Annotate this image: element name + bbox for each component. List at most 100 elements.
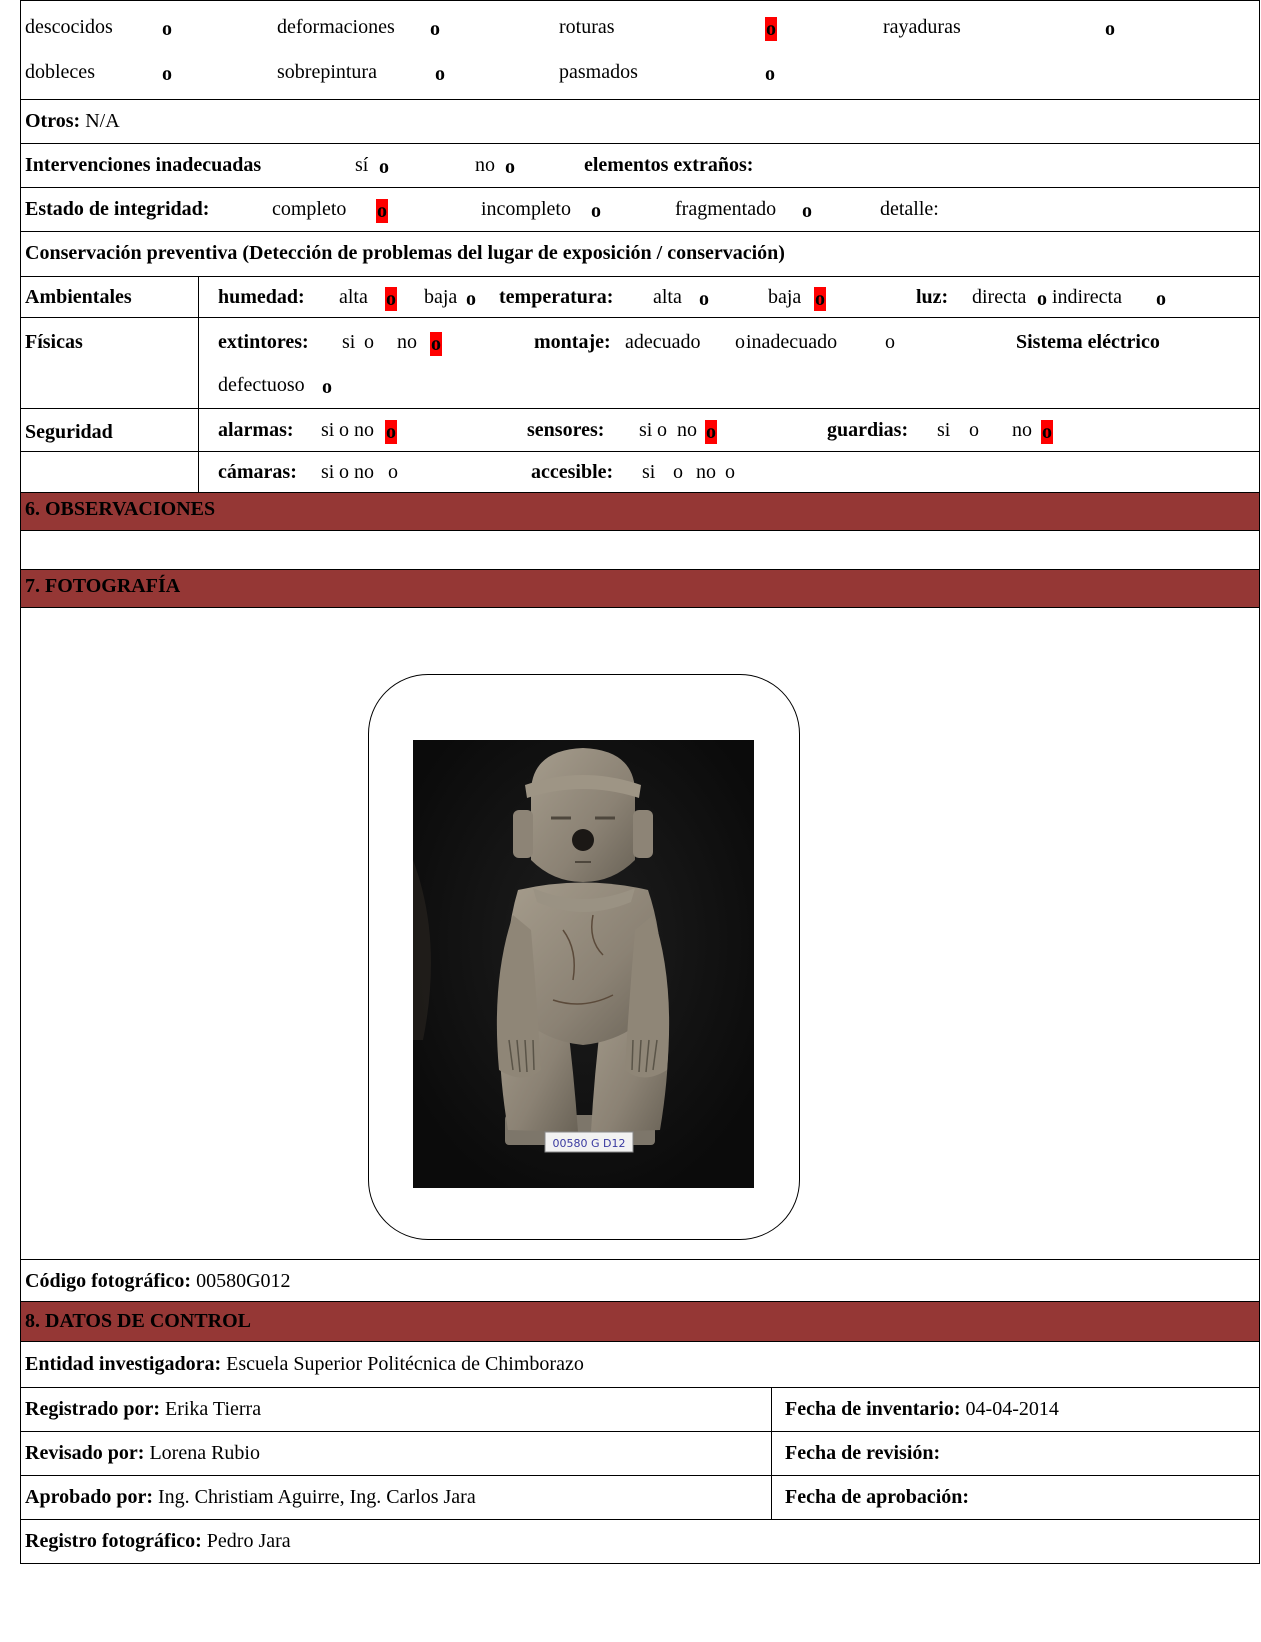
extintores-si-label: si [342,331,356,353]
integridad-label: Estado de integridad: [25,198,210,220]
sobrepintura-label: sobrepintura [277,61,377,83]
elementos-extranos-label: elementos extraños: [584,154,754,176]
extintores-no-option-selected[interactable]: o [430,332,442,356]
aprobado-field: Aprobado por: Ing. Christiam Aguirre, In… [25,1485,476,1509]
camaras-si-label: si [321,461,335,483]
figurine-photo: 00580 G D12 [413,740,754,1188]
deformaciones-label: deformaciones [277,16,395,38]
otros-value: N/A [85,110,120,132]
registrado-label: Registrado por: [25,1398,160,1420]
montaje-adecuado-option[interactable]: o [735,330,745,354]
guardias-label: guardias: [827,419,909,441]
temperatura-baja-option-selected[interactable]: o [814,287,826,311]
accesible-no-option[interactable]: o [725,460,735,484]
incompleto-option[interactable]: o [591,199,601,223]
column-divider [771,1476,772,1519]
control-title: 8. DATOS DE CONTROL [25,1310,251,1332]
sobrepintura-option[interactable]: o [435,62,445,86]
column-divider [198,277,199,317]
humedad-label: humedad: [218,286,305,308]
fragmentado-label: fragmentado [675,198,777,220]
entidad-value: Escuela Superior Politécnica de Chimbora… [226,1353,584,1375]
extintores-no-label: no [397,331,417,353]
observaciones-header: 6. OBSERVACIONES [20,493,1260,531]
alarmas-si-label: si [321,419,335,441]
fotografia-header: 7. FOTOGRAFÍA [20,570,1260,608]
completo-label: completo [272,198,347,220]
fisicas-row: Físicas extintores: si o no o montaje: a… [20,318,1260,409]
fecha-inventario-value: 04-04-2014 [965,1398,1059,1420]
pasmados-option[interactable]: o [765,62,775,86]
aprobado-label: Aprobado por: [25,1486,153,1508]
guardias-si-label: si [937,419,951,441]
defectuoso-label: defectuoso [218,374,305,396]
intervenciones-si-label: sí [355,154,369,176]
luz-directa-option[interactable]: o [1037,287,1047,311]
intervenciones-label: Intervenciones inadecuadas [25,154,262,176]
montaje-inadecuado-label: inadecuado [746,331,838,353]
conservacion-row: Conservación preventiva (Detección de pr… [20,232,1260,277]
humedad-alta-label: alta [339,286,368,308]
figurine-image: 00580 G D12 [413,740,754,1188]
humedad-alta-option-selected[interactable]: o [385,287,397,311]
extintores-si-option[interactable]: o [364,330,374,354]
alarmas-no-option-selected[interactable]: o [385,420,397,444]
roturas-label: roturas [559,16,615,38]
sensores-si-option[interactable]: o [657,418,667,442]
entidad-field: Entidad investigadora: Escuela Superior … [25,1352,584,1376]
rayaduras-label: rayaduras [883,16,961,38]
humedad-baja-label: baja [424,286,458,308]
codigo-value: 00580G012 [196,1270,291,1292]
incompleto-label: incompleto [481,198,571,220]
montaje-inadecuado-option[interactable]: o [885,330,895,354]
descocidos-label: descocidos [25,16,113,38]
deformaciones-option[interactable]: o [430,17,440,41]
fisicas-label: Físicas [25,331,83,353]
ambientales-label: Ambientales [25,286,132,308]
sistema-electrico-label: Sistema eléctrico [1016,331,1160,353]
photo-area: 00580 G D12 [20,608,1260,1260]
guardias-no-option-selected[interactable]: o [1041,420,1053,444]
seguridad-label: Seguridad [25,421,113,443]
completo-option-selected[interactable]: o [376,199,388,223]
fecha-revision-label: Fecha de revisión: [785,1442,941,1464]
roturas-option-selected[interactable]: o [765,17,777,41]
column-divider [198,318,199,408]
revisado-value: Lorena Rubio [149,1442,260,1464]
guardias-si-option[interactable]: o [969,418,979,442]
temperatura-alta-label: alta [653,286,682,308]
fragmentado-option[interactable]: o [802,199,812,223]
revisado-row: Revisado por: Lorena Rubio Fecha de revi… [20,1432,1260,1476]
luz-indirecta-option[interactable]: o [1156,287,1166,311]
defectuoso-option[interactable]: o [322,375,332,399]
descocidos-option[interactable]: o [162,17,172,41]
column-divider [771,1388,772,1431]
observaciones-body [20,531,1260,570]
camaras-no-option[interactable]: o [388,460,398,484]
accesible-si-option[interactable]: o [673,460,683,484]
camaras-no-label: no [354,461,374,483]
rayaduras-option[interactable]: o [1105,17,1115,41]
codigo-field: Código fotográfico: 00580G012 [25,1269,291,1293]
accesible-si-label: si [642,461,656,483]
codigo-label: Código fotográfico: [25,1270,192,1292]
intervenciones-si-option[interactable]: o [379,155,389,179]
fecha-aprobacion-label: Fecha de aprobación: [785,1486,970,1508]
otros-row: Otros: N/A [20,100,1260,144]
humedad-baja-option[interactable]: o [466,287,476,311]
dobleces-option[interactable]: o [162,62,172,86]
registrado-value: Erika Tierra [164,1398,262,1420]
alarmas-si-option[interactable]: o [339,418,349,442]
camaras-si-option[interactable]: o [339,460,349,484]
camaras-label: cámaras: [218,461,297,483]
sensores-no-option-selected[interactable]: o [705,420,717,444]
sensores-si-label: si [639,419,653,441]
intervenciones-no-option[interactable]: o [505,155,515,179]
alarmas-label: alarmas: [218,419,294,441]
luz-directa-label: directa [972,286,1027,308]
temperatura-alta-option[interactable]: o [699,287,709,311]
pasmados-label: pasmados [559,61,638,83]
luz-indirecta-label: indirecta [1052,286,1122,308]
observaciones-title: 6. OBSERVACIONES [25,498,216,520]
seguridad-row-2: cámaras: si o no o accesible: si o no o [20,452,1260,493]
